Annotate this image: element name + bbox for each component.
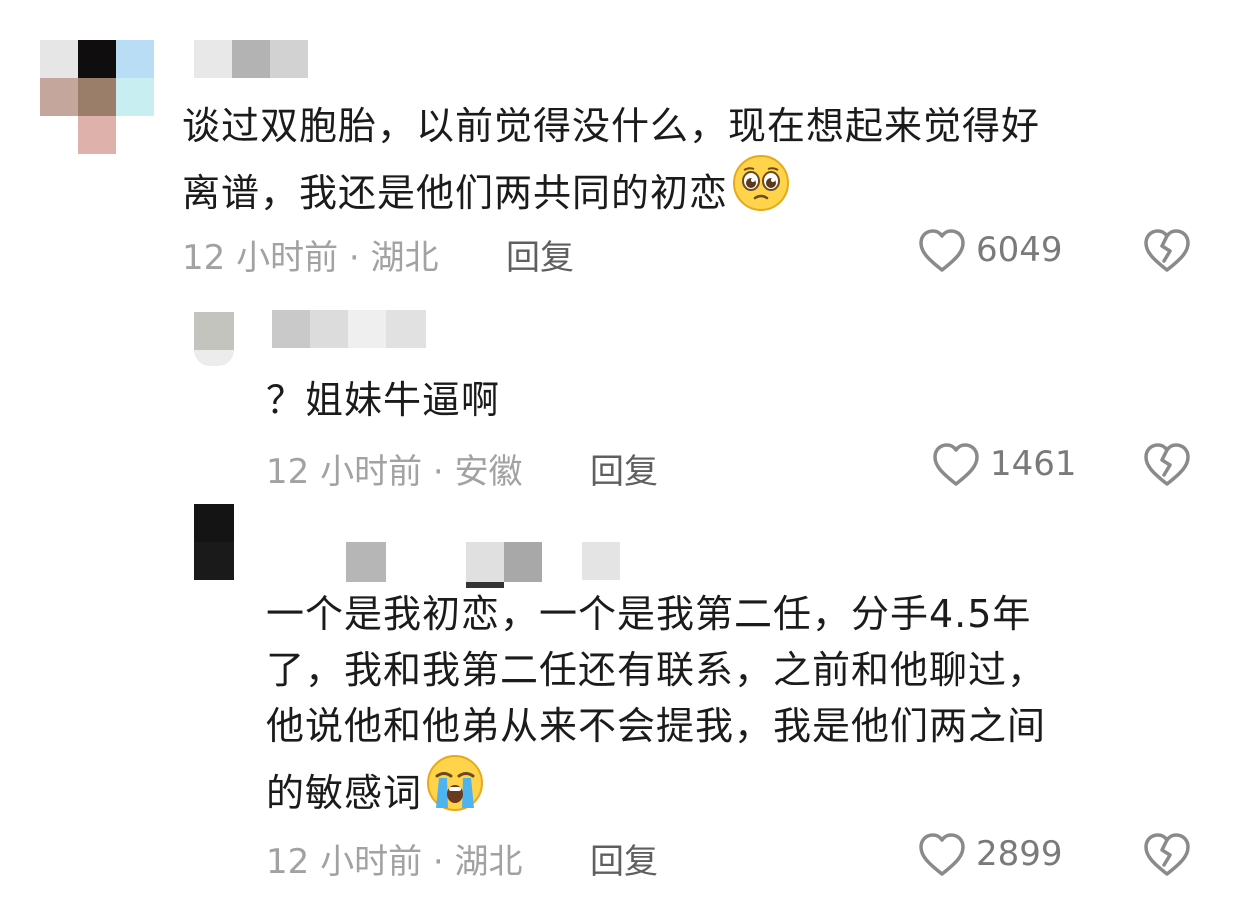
- location: 湖北: [454, 842, 523, 882]
- reply-button[interactable]: 回复: [590, 444, 658, 493]
- reply-item: 一个是我初恋，一个是我第二任，分手4.5年 了，我和我第二任还有联系，之前和他聊…: [0, 500, 1242, 905]
- username-redacted[interactable]: [346, 542, 622, 588]
- comment-item: 谈过双胞胎，以前觉得没什么，现在想起来觉得好 离谱，我还是他们两共同的初恋 12…: [0, 0, 1242, 290]
- timestamp: 12 小时前: [266, 452, 423, 492]
- separator: ·: [432, 842, 444, 882]
- separator: ·: [348, 238, 360, 278]
- comment-line: 他说他和他弟从来不会提我，我是他们两之间: [266, 704, 1047, 748]
- like-count: 6049: [976, 230, 1063, 270]
- comment-line: 的敏感词: [266, 754, 1046, 821]
- comment-line: 谈过双胞胎，以前觉得没什么，现在想起来觉得好: [182, 104, 1041, 148]
- like-button[interactable]: 2899: [918, 830, 1078, 880]
- location: 安徽: [454, 452, 523, 492]
- avatar[interactable]: [194, 504, 234, 580]
- like-button[interactable]: 1461: [932, 440, 1078, 490]
- avatar[interactable]: [40, 40, 156, 156]
- comment-text: 一个是我初恋，一个是我第二任，分手4.5年 了，我和我第二任还有联系，之前和他聊…: [266, 586, 1046, 821]
- location: 湖北: [370, 238, 439, 278]
- reply-item: ？姐妹牛逼啊 12 小时前 · 安徽 回复 1461: [0, 290, 1242, 510]
- timestamp: 12 小时前: [266, 842, 423, 882]
- avatar[interactable]: [194, 312, 234, 366]
- comment-line: 一个是我初恋，一个是我第二任，分手4.5年: [266, 592, 1032, 636]
- broken-heart-icon: [1143, 442, 1191, 488]
- comment-meta: 12 小时前 · 安徽: [266, 444, 523, 493]
- dislike-button[interactable]: [1143, 832, 1191, 878]
- heart-icon: [918, 832, 966, 878]
- username-redacted[interactable]: [194, 40, 310, 78]
- comment-meta: 12 小时前 · 湖北: [266, 834, 523, 883]
- like-count: 2899: [976, 834, 1063, 874]
- like-count: 1461: [990, 444, 1077, 484]
- separator: ·: [432, 452, 444, 492]
- broken-heart-icon: [1143, 832, 1191, 878]
- dislike-button[interactable]: [1143, 442, 1191, 488]
- comment-text: 谈过双胞胎，以前觉得没什么，现在想起来觉得好 离谱，我还是他们两共同的初恋: [182, 98, 1040, 221]
- loudly-crying-face-emoji-icon: [426, 754, 484, 812]
- comment-meta: 12 小时前 · 湖北: [182, 230, 439, 279]
- heart-icon: [932, 442, 980, 488]
- reply-button[interactable]: 回复: [590, 834, 658, 883]
- comment-line: 离谱，我还是他们两共同的初恋: [182, 154, 1040, 221]
- broken-heart-icon: [1143, 228, 1191, 274]
- pleading-face-emoji-icon: [732, 154, 790, 212]
- timestamp: 12 小时前: [182, 238, 339, 278]
- dislike-button[interactable]: [1143, 228, 1191, 274]
- like-button[interactable]: 6049: [918, 226, 1078, 276]
- heart-icon: [918, 228, 966, 274]
- comment-line: 了，我和我第二任还有联系，之前和他聊过，: [266, 648, 1047, 692]
- comment-text: ？姐妹牛逼啊: [266, 378, 501, 422]
- username-redacted[interactable]: [272, 310, 428, 348]
- reply-button[interactable]: 回复: [506, 230, 574, 279]
